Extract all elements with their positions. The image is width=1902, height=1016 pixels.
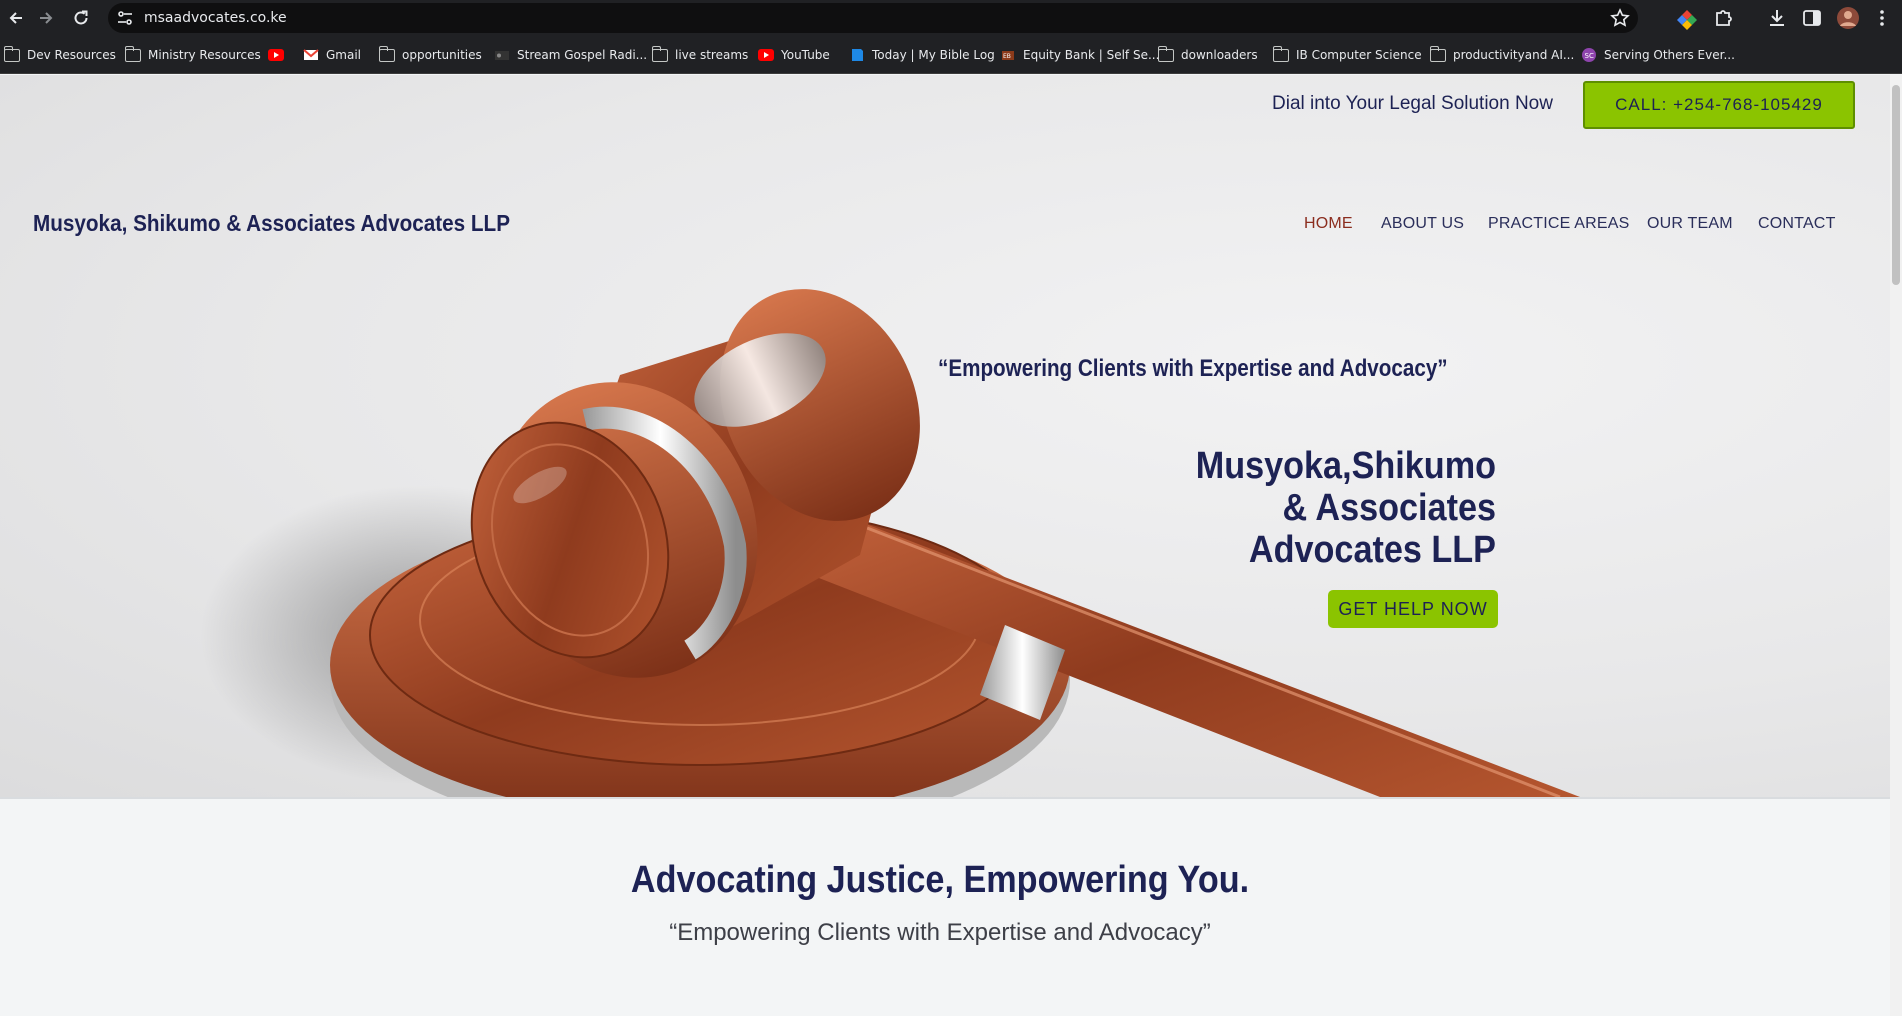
youtube-icon xyxy=(758,49,774,61)
address-bar[interactable]: msaadvocates.co.ke xyxy=(108,3,1638,33)
extensions-puzzle-icon[interactable] xyxy=(1712,5,1736,31)
url-text[interactable]: msaadvocates.co.ke xyxy=(144,3,287,33)
bookmark-gmail[interactable]: Gmail xyxy=(303,36,361,74)
folder-icon xyxy=(651,45,668,62)
profile-avatar-icon[interactable] xyxy=(1835,5,1861,31)
hero-section: Dial into Your Legal Solution Now CALL: … xyxy=(0,75,1890,797)
svg-text:SC: SC xyxy=(1585,52,1594,60)
folder-icon xyxy=(1272,45,1289,62)
bookmark-dev-resources[interactable]: Dev Resources xyxy=(3,36,116,74)
browser-toolbar: msaadvocates.co.ke xyxy=(0,0,1902,36)
folder-icon xyxy=(3,45,20,62)
hero-title-line: Musyoka,Shikumo xyxy=(1195,445,1496,487)
bookmark-star-icon[interactable] xyxy=(1610,8,1630,28)
bookmark-ministry-resources[interactable]: Ministry Resources xyxy=(124,36,261,74)
folder-icon xyxy=(124,45,141,62)
folder-icon xyxy=(1157,45,1174,62)
color-extension-icon[interactable] xyxy=(1676,5,1698,31)
bookmark-live-streams[interactable]: live streams xyxy=(651,36,748,74)
nav-practice-areas[interactable]: PRACTICE AREAS xyxy=(1488,215,1630,233)
call-button[interactable]: CALL: +254-768-105429 xyxy=(1583,81,1855,129)
site-brand[interactable]: Musyoka, Shikumo & Associates Advocates … xyxy=(33,210,510,237)
bookmark-downloaders[interactable]: downloaders xyxy=(1157,36,1258,74)
bookmark-youtube[interactable]: YouTube xyxy=(758,36,830,74)
section-heading: Advocating Justice, Empowering You. xyxy=(630,859,1250,901)
back-arrow-icon xyxy=(9,12,22,24)
browser-menu-icon[interactable] xyxy=(1874,5,1890,31)
page-viewport: Dial into Your Legal Solution Now CALL: … xyxy=(0,75,1890,1016)
bookmark-bible-log[interactable]: Today | My Bible Log xyxy=(849,36,995,74)
bookmark-productivity-ai[interactable]: productivityand AI... xyxy=(1429,36,1574,74)
nav-contact[interactable]: CONTACT xyxy=(1758,215,1836,233)
site-info-icon[interactable] xyxy=(116,9,134,27)
nav-our-team[interactable]: OUR TEAM xyxy=(1647,215,1733,233)
side-panel-icon[interactable] xyxy=(1800,5,1824,31)
bookmark-ib-computer-science[interactable]: IB Computer Science xyxy=(1272,36,1422,74)
hero-quote: “Empowering Clients with Expertise and A… xyxy=(938,355,1448,382)
reload-button[interactable] xyxy=(67,4,95,32)
bank-icon: EB xyxy=(1002,51,1014,60)
back-button[interactable] xyxy=(2,4,30,32)
folder-icon xyxy=(378,45,395,62)
hero-title: Musyoka,Shikumo & Associates Advocates L… xyxy=(1136,445,1496,571)
section-subheading: “Empowering Clients with Expertise and A… xyxy=(669,919,1211,946)
forward-button[interactable] xyxy=(32,4,60,32)
serving-icon: SC xyxy=(1582,48,1596,62)
bookmark-stream-gospel-radio[interactable]: Stream Gospel Radi... xyxy=(494,36,647,74)
bible-icon xyxy=(852,49,863,61)
downloads-icon[interactable] xyxy=(1765,5,1789,31)
svg-text:EB: EB xyxy=(1003,53,1011,60)
intro-section: Advocating Justice, Empowering You. “Emp… xyxy=(0,797,1890,1016)
get-help-now-button[interactable]: GET HELP NOW xyxy=(1328,590,1498,628)
gmail-icon xyxy=(303,49,319,60)
hero-title-line: Advocates LLP xyxy=(1248,529,1496,571)
gavel-image xyxy=(200,289,1580,797)
reload-icon xyxy=(74,10,88,25)
folder-icon xyxy=(1429,45,1446,62)
youtube-icon xyxy=(268,49,284,61)
bookmarks-bar: Dev Resources Ministry Resources Gmail o… xyxy=(0,36,1902,74)
forward-arrow-icon xyxy=(40,12,53,24)
hero-title-line: & Associates xyxy=(1282,487,1496,529)
bookmark-opportunities[interactable]: opportunities xyxy=(378,36,482,74)
bookmark-serving-others[interactable]: SC Serving Others Ever... xyxy=(1581,36,1735,74)
bookmark-youtube-video[interactable] xyxy=(268,36,284,74)
nav-about-us[interactable]: ABOUT US xyxy=(1381,215,1464,233)
radio-icon xyxy=(495,51,509,60)
scrollbar-thumb[interactable] xyxy=(1892,85,1900,285)
bookmark-equity-bank[interactable]: EB Equity Bank | Self Se... xyxy=(1000,36,1159,74)
nav-home[interactable]: HOME xyxy=(1304,215,1353,233)
page-scrollbar[interactable] xyxy=(1890,75,1902,1016)
topbar-tagline: Dial into Your Legal Solution Now xyxy=(1272,93,1553,114)
